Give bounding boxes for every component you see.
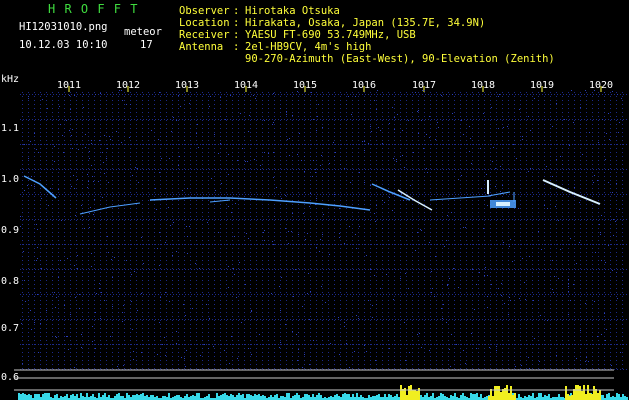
- noise-speckles: [20, 90, 622, 370]
- meteor-count: 17: [140, 39, 153, 51]
- receiver-value: YAESU FT-690 53.749MHz, USB: [245, 29, 416, 41]
- filename-label: HI12031010.png: [19, 21, 108, 33]
- meteor-echo: [23, 175, 57, 199]
- top-tick-marks: [68, 86, 602, 92]
- observer-label: Observer: [179, 5, 230, 17]
- observer-value: Hirotaka Otsuka: [245, 5, 340, 17]
- meteor-echo-core: [496, 202, 510, 206]
- antenna-value: 2el-HB9CV, 4m's high: [245, 41, 372, 53]
- meteor-echo: [371, 183, 411, 201]
- ruler-lines: [14, 369, 614, 391]
- meteor-label: meteor: [124, 26, 162, 38]
- grid-dot-pattern: [20, 92, 627, 370]
- spectrogram: [14, 86, 628, 400]
- antenna-value-2: 90-270-Azimuth (East-West), 90-Elevation…: [245, 53, 555, 65]
- meteor-echo: [149, 197, 371, 211]
- app-title: H R O F F T: [48, 2, 139, 16]
- receiver-label: Receiver: [179, 29, 230, 41]
- noise-floor: [18, 385, 628, 400]
- noise-cyan: [18, 393, 628, 400]
- datetime-label: 10.12.03 10:10: [19, 39, 108, 51]
- antenna-label: Antenna: [179, 41, 224, 53]
- grid-dots: [20, 90, 627, 370]
- location-value: Hirakata, Osaka, Japan (135.7E, 34.9N): [245, 17, 486, 29]
- meteor-echo: [542, 179, 601, 205]
- location-label: Location: [179, 17, 230, 29]
